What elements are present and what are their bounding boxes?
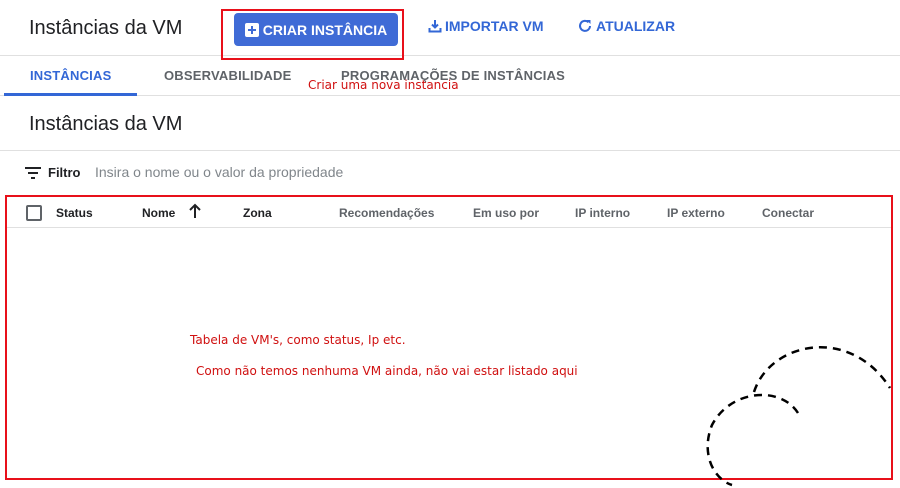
download-icon	[428, 20, 442, 33]
annotation-create-note: Criar uma nova instancia	[308, 78, 459, 92]
import-vm-button[interactable]: IMPORTAR VM	[428, 18, 544, 34]
section-title: Instâncias da VM	[29, 113, 183, 135]
top-bar: Instâncias da VM CRIAR INSTÂNCIA IMPORTA…	[0, 0, 900, 56]
refresh-label: ATUALIZAR	[596, 18, 676, 34]
tab-observability[interactable]: OBSERVABILIDADE	[164, 68, 291, 83]
divider	[0, 150, 900, 151]
page-title: Instâncias da VM	[29, 17, 183, 39]
refresh-icon	[579, 19, 591, 32]
annotation-table-note-2: Como não temos nenhuma VM ainda, não vai…	[196, 364, 578, 378]
annotation-box-create	[221, 9, 404, 60]
refresh-button[interactable]: ATUALIZAR	[577, 18, 675, 34]
annotation-table-note-1: Tabela de VM's, como status, Ip etc.	[190, 333, 406, 347]
dashed-circle-doodle	[706, 346, 892, 487]
tab-instances[interactable]: INSTÂNCIAS	[30, 68, 111, 83]
filter-label: Filtro	[48, 165, 81, 180]
filter-input[interactable]: Insira o nome ou o valor da propriedade	[95, 164, 343, 180]
active-tab-indicator	[4, 93, 137, 96]
filter-list-icon[interactable]	[25, 167, 41, 179]
import-vm-label: IMPORTAR VM	[445, 18, 544, 34]
